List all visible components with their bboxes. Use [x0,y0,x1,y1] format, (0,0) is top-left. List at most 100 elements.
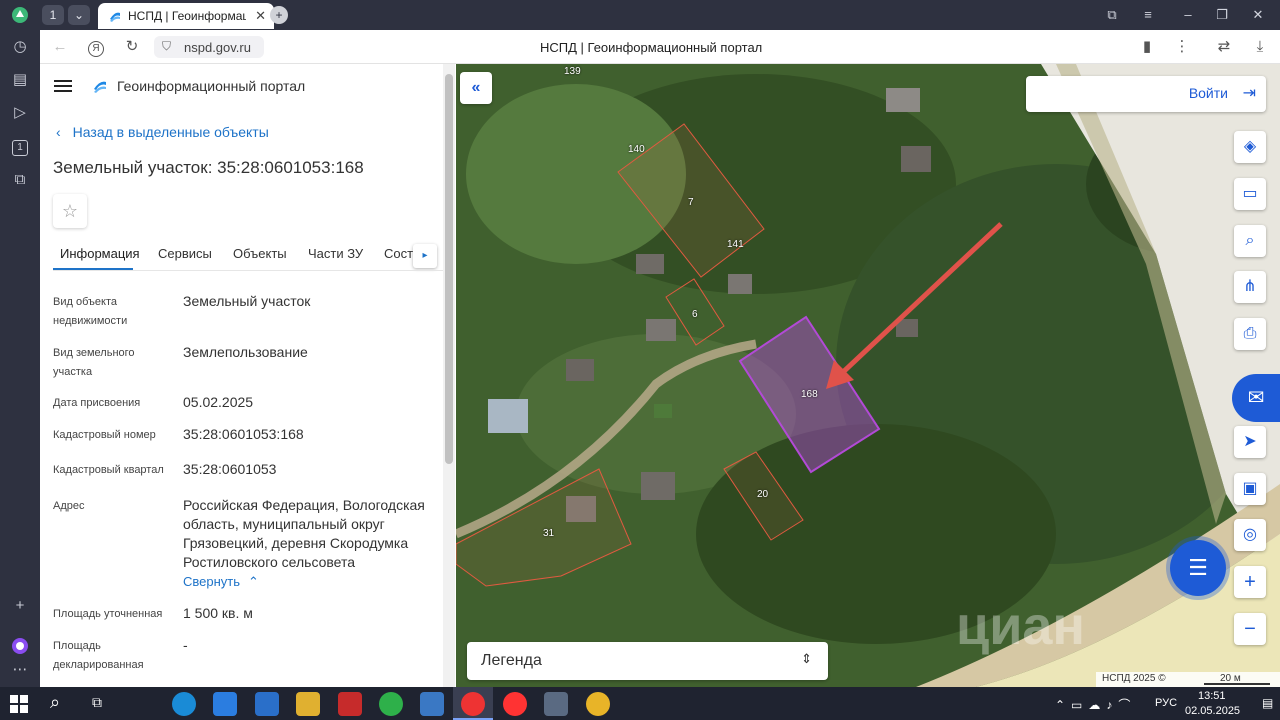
collapse-label: Свернуть [183,574,241,589]
screenshot-icon[interactable]: ⧉ [10,170,30,190]
geolocation-icon[interactable]: ➤ [1234,426,1266,458]
reload-icon[interactable]: ↻ [122,38,142,56]
camera-icon[interactable] [544,692,568,716]
restore-icon[interactable]: ❐ [1210,5,1234,25]
close-window-icon[interactable]: ✕ [1246,5,1270,25]
tab-objects[interactable]: Объекты [233,246,287,261]
field-value-area-declared: - [183,637,188,653]
satellite-map-image: циан [456,64,1280,687]
media-icon[interactable]: ▷ [10,103,30,123]
translate-icon[interactable]: ⇄ [1214,38,1234,56]
ruler-icon[interactable]: ▭ [1234,178,1266,210]
location-pin-icon[interactable]: ◎ [1234,519,1266,551]
field-value-cadastral-quarter: 35:28:0601053 [183,461,277,477]
downloads-icon[interactable]: ⤓ [1250,38,1270,56]
map-view[interactable]: циан 139 140 7 141 6 168 20 31 « Войти ⇥… [456,64,1280,687]
collapse-address-link[interactable]: Свернуть ⌃ [183,574,259,590]
minimize-icon[interactable]: – [1176,5,1200,25]
zoom-out-icon[interactable]: − [1234,613,1266,645]
area-search-icon[interactable]: ⌕ [1234,225,1266,257]
hamburger-menu-icon[interactable] [54,78,72,94]
parcel-label-168[interactable]: 168 [801,389,818,400]
task-view-icon[interactable]: ⧉ [92,694,102,711]
app-red-icon[interactable] [338,692,362,716]
scale-bar [1204,683,1270,685]
url-field[interactable]: ⛉ nspd.gov.ru [154,36,264,58]
more-icon[interactable]: ⋯ [10,660,30,680]
parcel-label-140: 140 [628,144,645,155]
tab-nspd[interactable]: НСПД | Геоинформацио ✕ [98,3,274,29]
field-value-area-precise: 1 500 кв. м [183,605,253,621]
address-bar: ← Я ↻ ⛉ nspd.gov.ru НСПД | Геоинформацио… [40,30,1280,64]
tasks-check-icon[interactable] [379,692,403,716]
chat-icon[interactable]: ☰ [1170,540,1226,596]
collapse-panel-icon[interactable]: « [460,72,492,104]
tab-parts[interactable]: Части ЗУ [308,246,363,261]
yandex-icon-taskbar[interactable] [503,692,527,716]
collections-icon[interactable]: ▤ [10,70,30,90]
tab-counter-button[interactable]: 1 [42,5,64,25]
print-icon[interactable]: ⎙ [1234,318,1266,350]
tab-count-rail: 1 [12,140,28,156]
site-info-icon[interactable]: ⛉ [162,39,171,54]
alice-icon[interactable] [10,636,30,656]
login-icon: ⇥ [1242,85,1256,102]
yandex-icon[interactable]: Я [86,38,106,57]
tab-strip: 1 ⌄ НСПД | Геоинформацио ✕ + ⧉ ≡ – ❐ ✕ [40,0,1280,30]
field-label-land-type: Вид земельного участка [53,347,135,378]
parcel-label-139: 139 [564,66,581,77]
tab-info[interactable]: Информация [60,246,140,261]
portal-logo-icon [92,78,108,94]
layers-icon[interactable]: ◈ [1234,131,1266,163]
language-indicator[interactable]: РУС [1155,697,1177,709]
windows-start-icon[interactable] [10,695,28,713]
store-icon[interactable] [213,692,237,716]
watermark: циан [956,596,1085,656]
field-label-cadastral-number: Кадастровый номер [53,429,156,441]
close-tab-icon[interactable]: ✕ [255,8,266,24]
tab-count-icon[interactable]: 1 [10,136,30,156]
zoom-in-icon[interactable]: + [1234,566,1266,598]
page-title: НСПД | Геоинформационный портал [540,40,763,55]
login-label: Войти [1188,85,1228,101]
panel-scrollbar[interactable] [443,64,455,687]
feedback-widget-icon[interactable]: ✉ [1232,374,1280,422]
back-icon[interactable]: ← [50,38,70,56]
attribution-text: НСПД 2025 © [1102,673,1166,684]
add-panel-icon[interactable]: + [10,596,30,616]
yandex-browser-active-slot[interactable] [453,687,493,720]
mail-icon[interactable] [255,692,279,716]
history-icon[interactable]: ◷ [10,37,30,57]
file-explorer-icon[interactable] [296,692,320,716]
page-menu-icon[interactable]: ⋮ [1172,38,1192,56]
notifications-icon[interactable]: ▤ [1262,696,1273,710]
browser-logo-icon[interactable] [10,5,30,25]
field-label-assign-date: Дата присвоения [53,397,141,409]
share-icon[interactable]: ⋔ [1234,271,1266,303]
favorite-star-icon[interactable]: ☆ [53,194,87,228]
login-button[interactable]: Войти ⇥ [1026,76,1266,112]
taskbar: ⌕ ⧉ ⌃▭☁♪⌒ РУС 13:51 02.05.2025 ▤ [0,687,1280,720]
bookmark-icon[interactable]: ▮ [1137,38,1157,56]
chrome-icon[interactable] [586,692,610,716]
parcel-label-31: 31 [543,528,555,539]
back-to-selected-link[interactable]: ‹ Назад в выделенные объекты [56,124,269,140]
object-info-panel: Геоинформационный портал ‹ Назад в выделе… [40,64,456,687]
tab-counter-label: 1 [49,8,57,22]
chevron-left-icon: ‹ [56,124,61,140]
search-icon[interactable]: ⌕ [50,692,60,713]
minimap-icon[interactable]: ▣ [1234,473,1266,505]
bookmarks-panel-icon[interactable]: ⧉ [1100,5,1124,25]
field-label-address: Адрес [53,500,85,512]
url-text: nspd.gov.ru [184,40,251,55]
tabs-scroll-right-icon[interactable]: ▸ [413,244,437,268]
edge-icon[interactable] [172,692,196,716]
new-tab-icon[interactable]: + [270,6,288,24]
app-blue-icon[interactable] [420,692,444,716]
legend-dropdown[interactable]: Легенда ⇕ [467,642,828,680]
menu-icon[interactable]: ≡ [1136,5,1160,25]
tray-icons[interactable]: ⌃▭☁♪⌒ [1055,696,1136,713]
scrollbar-thumb[interactable] [445,74,453,464]
tabs-dropdown-icon[interactable]: ⌄ [68,5,90,25]
tab-services[interactable]: Сервисы [158,246,212,261]
